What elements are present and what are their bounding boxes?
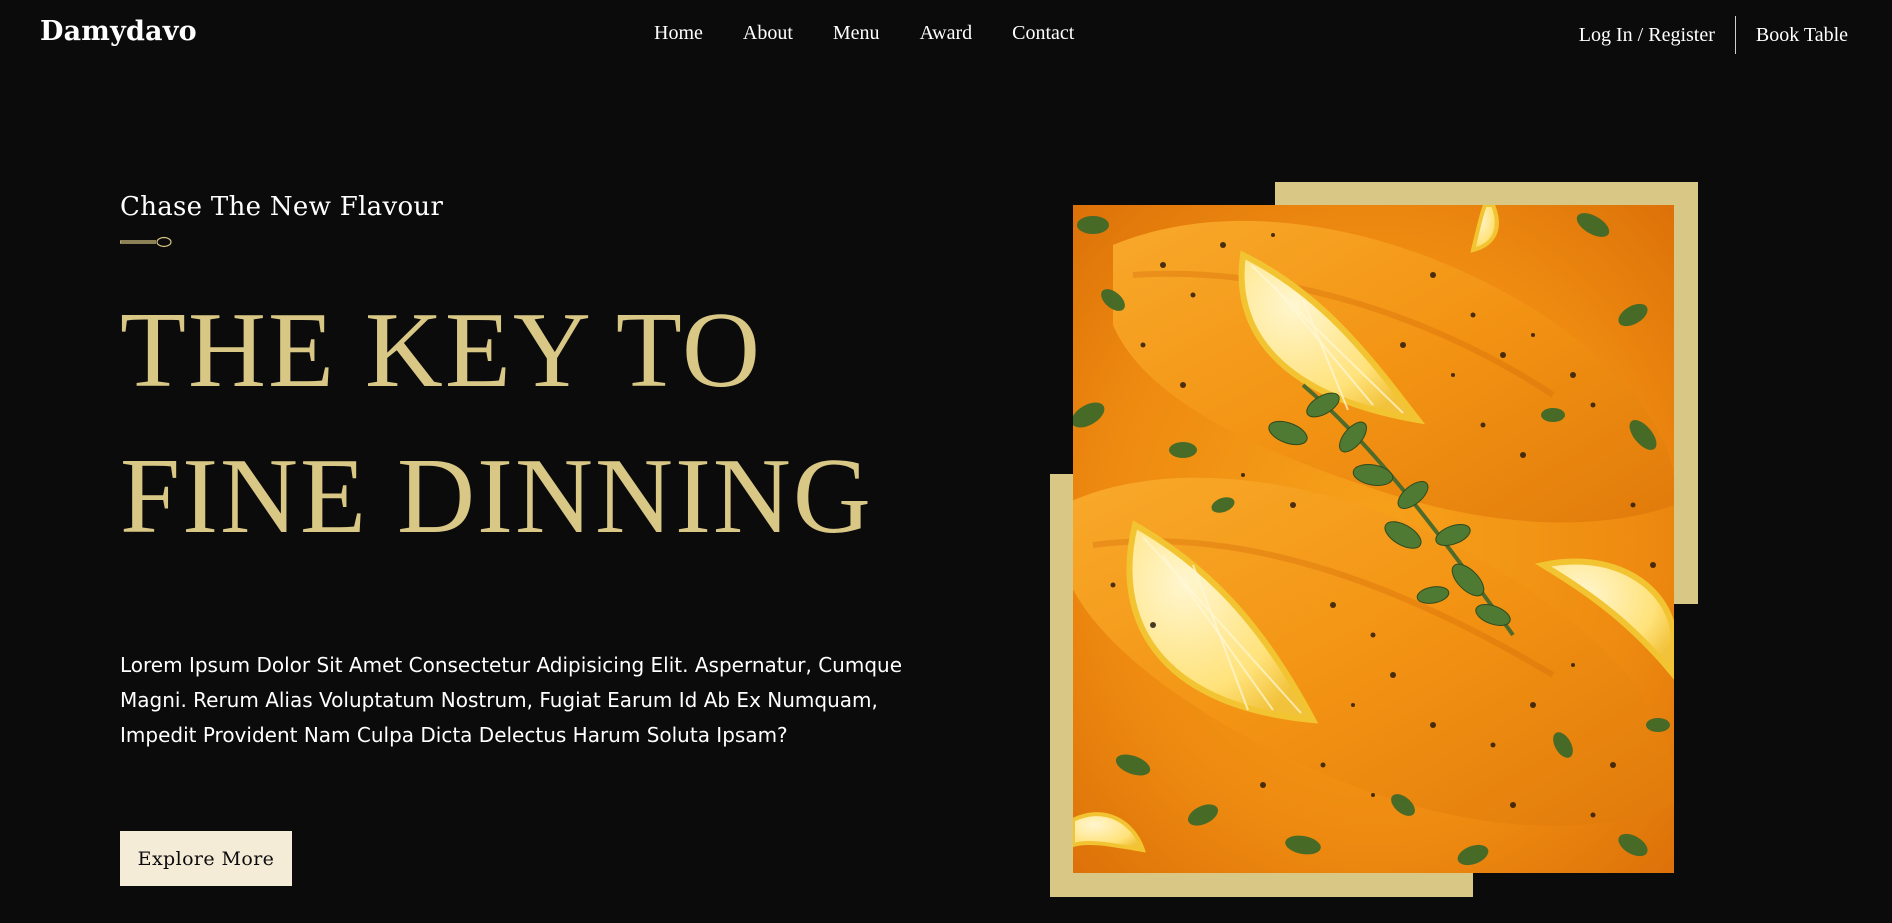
nav-home-link[interactable]: Home (654, 22, 703, 45)
brand-logo[interactable]: Damydavo (40, 16, 197, 47)
login-register-link[interactable]: Log In / Register (1579, 24, 1715, 47)
hero-headline: THE KEY TO FINE DINNING (120, 278, 873, 570)
book-table-link[interactable]: Book Table (1756, 24, 1848, 47)
auth-actions: Log In / Register Book Table (1579, 16, 1848, 54)
hero-headline-line2: FINE DINNING (120, 437, 873, 556)
salmon-dish-image (1073, 205, 1674, 873)
hero-description: Lorem Ipsum Dolor Sit Amet Consectetur A… (120, 653, 903, 747)
spoon-icon (120, 236, 172, 248)
page: Damydavo Home About Menu Award Contact L… (0, 0, 1892, 923)
main-nav: Home About Menu Award Contact (654, 22, 1114, 45)
auth-divider (1734, 16, 1736, 54)
hero-eyebrow: Chase The New Flavour (120, 192, 444, 222)
nav-contact-link[interactable]: Contact (1012, 22, 1074, 45)
nav-menu-link[interactable]: Menu (833, 22, 880, 45)
explore-more-button[interactable]: Explore More (120, 831, 292, 886)
nav-about-link[interactable]: About (743, 22, 793, 45)
hero-headline-line1: THE KEY TO (120, 291, 762, 410)
nav-award-link[interactable]: Award (920, 22, 973, 45)
